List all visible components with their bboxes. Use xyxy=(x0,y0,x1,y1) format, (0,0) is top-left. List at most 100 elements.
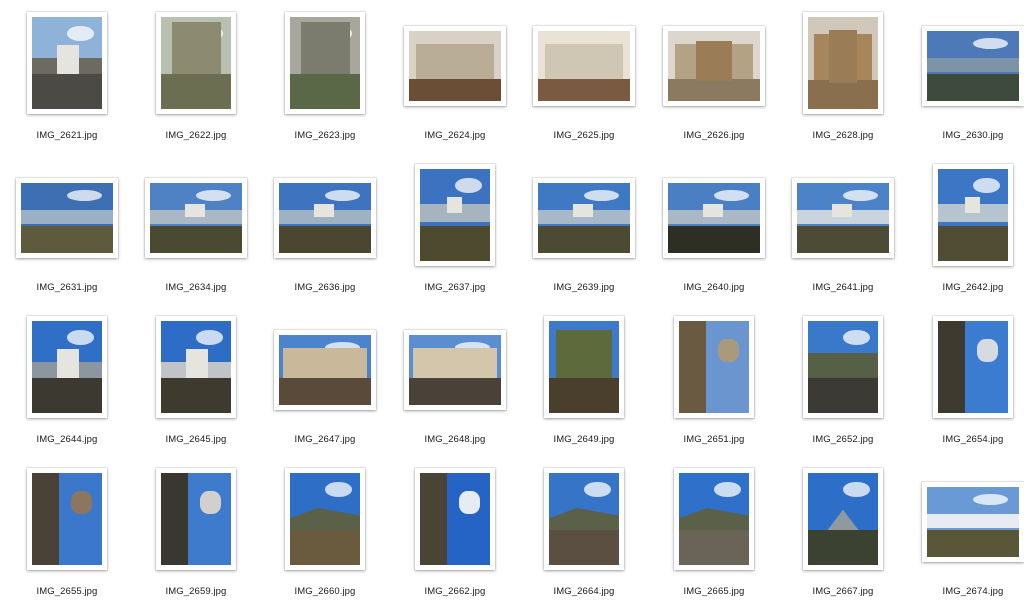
image-thumbnail[interactable] xyxy=(674,316,754,418)
image-thumbnail[interactable] xyxy=(922,26,1024,106)
image-thumbnail[interactable] xyxy=(285,468,365,570)
photo-castle xyxy=(184,204,206,217)
image-thumbnail[interactable] xyxy=(803,12,883,114)
file-name-label[interactable]: IMG_2637.jpg xyxy=(390,282,520,293)
image-thumbnail[interactable] xyxy=(922,482,1024,562)
file-item[interactable]: IMG_2647.jpg xyxy=(260,306,390,458)
image-thumbnail[interactable] xyxy=(933,164,1013,266)
image-thumbnail[interactable] xyxy=(27,468,107,570)
file-name-label[interactable]: IMG_2649.jpg xyxy=(519,434,649,445)
file-name-label[interactable]: IMG_2621.jpg xyxy=(2,130,132,141)
file-item[interactable]: IMG_2665.jpg xyxy=(649,458,779,610)
file-item[interactable]: IMG_2630.jpg xyxy=(908,2,1024,154)
image-thumbnail[interactable] xyxy=(544,316,624,418)
file-name-label[interactable]: IMG_2674.jpg xyxy=(908,586,1024,597)
image-thumbnail[interactable] xyxy=(156,316,236,418)
file-name-label[interactable]: IMG_2665.jpg xyxy=(649,586,779,597)
file-name-label[interactable]: IMG_2634.jpg xyxy=(131,282,261,293)
file-name-label[interactable]: IMG_2631.jpg xyxy=(2,282,132,293)
file-item[interactable]: IMG_2621.jpg xyxy=(2,2,132,154)
file-item[interactable]: IMG_2664.jpg xyxy=(519,458,649,610)
file-item[interactable]: IMG_2654.jpg xyxy=(908,306,1024,458)
photo-horizon xyxy=(927,513,1019,528)
file-name-label[interactable]: IMG_2623.jpg xyxy=(260,130,390,141)
image-thumbnail[interactable] xyxy=(663,26,765,106)
file-item[interactable]: IMG_2641.jpg xyxy=(778,154,908,306)
file-name-label[interactable]: IMG_2625.jpg xyxy=(519,130,649,141)
file-item[interactable]: IMG_2640.jpg xyxy=(649,154,779,306)
file-item[interactable]: IMG_2645.jpg xyxy=(131,306,261,458)
file-item[interactable]: IMG_2625.jpg xyxy=(519,2,649,154)
photo-ground xyxy=(420,226,490,261)
file-item[interactable]: IMG_2624.jpg xyxy=(390,2,520,154)
file-name-label[interactable]: IMG_2662.jpg xyxy=(390,586,520,597)
file-name-label[interactable]: IMG_2648.jpg xyxy=(390,434,520,445)
file-item[interactable]: IMG_2660.jpg xyxy=(260,458,390,610)
file-name-label[interactable]: IMG_2664.jpg xyxy=(519,586,649,597)
file-item[interactable]: IMG_2655.jpg xyxy=(2,458,132,610)
file-name-label[interactable]: IMG_2667.jpg xyxy=(778,586,908,597)
image-thumbnail[interactable] xyxy=(803,468,883,570)
file-item[interactable]: IMG_2626.jpg xyxy=(649,2,779,154)
image-thumbnail[interactable] xyxy=(663,178,765,258)
file-name-label[interactable]: IMG_2644.jpg xyxy=(2,434,132,445)
file-item[interactable]: IMG_2651.jpg xyxy=(649,306,779,458)
image-thumbnail[interactable] xyxy=(674,468,754,570)
file-item[interactable]: IMG_2628.jpg xyxy=(778,2,908,154)
file-item[interactable]: IMG_2649.jpg xyxy=(519,306,649,458)
file-name-label[interactable]: IMG_2626.jpg xyxy=(649,130,779,141)
file-name-label[interactable]: IMG_2645.jpg xyxy=(131,434,261,445)
file-item[interactable]: IMG_2637.jpg xyxy=(390,154,520,306)
photo-castle xyxy=(831,204,853,217)
image-thumbnail[interactable] xyxy=(533,26,635,106)
file-name-label[interactable]: IMG_2647.jpg xyxy=(260,434,390,445)
image-thumbnail[interactable] xyxy=(792,178,894,258)
image-thumbnail[interactable] xyxy=(803,316,883,418)
file-name-label[interactable]: IMG_2640.jpg xyxy=(649,282,779,293)
file-name-label[interactable]: IMG_2642.jpg xyxy=(908,282,1024,293)
file-item[interactable]: IMG_2631.jpg xyxy=(2,154,132,306)
file-name-label[interactable]: IMG_2628.jpg xyxy=(778,130,908,141)
file-item[interactable]: IMG_2662.jpg xyxy=(390,458,520,610)
image-thumbnail[interactable] xyxy=(404,26,506,106)
file-item[interactable]: IMG_2642.jpg xyxy=(908,154,1024,306)
file-item[interactable]: IMG_2644.jpg xyxy=(2,306,132,458)
image-thumbnail[interactable] xyxy=(145,178,247,258)
image-thumbnail[interactable] xyxy=(156,12,236,114)
file-name-label[interactable]: IMG_2660.jpg xyxy=(260,586,390,597)
file-name-label[interactable]: IMG_2624.jpg xyxy=(390,130,520,141)
image-thumbnail[interactable] xyxy=(274,178,376,258)
file-item[interactable]: IMG_2623.jpg xyxy=(260,2,390,154)
image-thumbnail[interactable] xyxy=(533,178,635,258)
image-thumbnail[interactable] xyxy=(933,316,1013,418)
file-item[interactable]: IMG_2636.jpg xyxy=(260,154,390,306)
file-name-label[interactable]: IMG_2654.jpg xyxy=(908,434,1024,445)
image-thumbnail[interactable] xyxy=(415,164,495,266)
image-thumbnail[interactable] xyxy=(544,468,624,570)
image-thumbnail[interactable] xyxy=(16,178,118,258)
image-thumbnail[interactable] xyxy=(156,468,236,570)
file-item[interactable]: IMG_2652.jpg xyxy=(778,306,908,458)
image-thumbnail[interactable] xyxy=(404,330,506,410)
file-name-label[interactable]: IMG_2652.jpg xyxy=(778,434,908,445)
file-name-label[interactable]: IMG_2636.jpg xyxy=(260,282,390,293)
file-name-label[interactable]: IMG_2655.jpg xyxy=(2,586,132,597)
file-name-label[interactable]: IMG_2659.jpg xyxy=(131,586,261,597)
file-name-label[interactable]: IMG_2639.jpg xyxy=(519,282,649,293)
file-item[interactable]: IMG_2648.jpg xyxy=(390,306,520,458)
image-thumbnail[interactable] xyxy=(27,12,107,114)
file-item[interactable]: IMG_2674.jpg xyxy=(908,458,1024,610)
image-thumbnail[interactable] xyxy=(27,316,107,418)
file-item[interactable]: IMG_2639.jpg xyxy=(519,154,649,306)
file-name-label[interactable]: IMG_2630.jpg xyxy=(908,130,1024,141)
file-item[interactable]: IMG_2667.jpg xyxy=(778,458,908,610)
file-item[interactable]: IMG_2622.jpg xyxy=(131,2,261,154)
file-name-label[interactable]: IMG_2641.jpg xyxy=(778,282,908,293)
file-name-label[interactable]: IMG_2651.jpg xyxy=(649,434,779,445)
image-thumbnail[interactable] xyxy=(285,12,365,114)
file-item[interactable]: IMG_2634.jpg xyxy=(131,154,261,306)
image-thumbnail[interactable] xyxy=(274,330,376,410)
file-item[interactable]: IMG_2659.jpg xyxy=(131,458,261,610)
file-name-label[interactable]: IMG_2622.jpg xyxy=(131,130,261,141)
image-thumbnail[interactable] xyxy=(415,468,495,570)
